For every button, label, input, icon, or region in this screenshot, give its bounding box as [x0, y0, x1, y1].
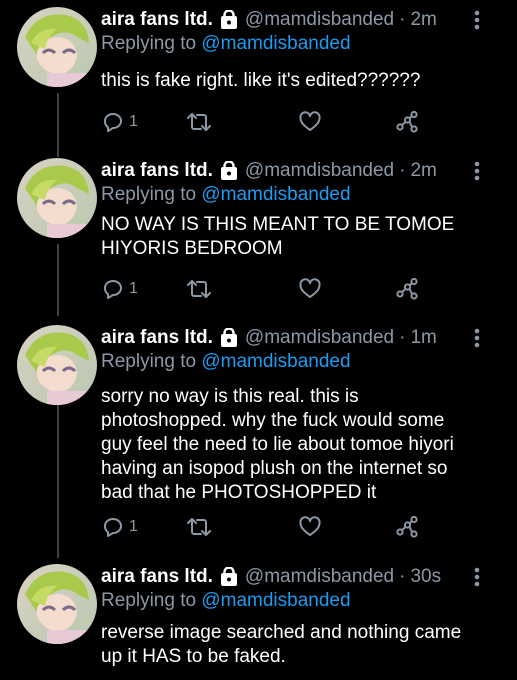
lock-icon	[220, 160, 238, 181]
lock-icon	[220, 9, 238, 30]
retweet-button[interactable]	[186, 109, 212, 135]
reply-icon	[101, 515, 125, 539]
reply-count: 1	[129, 113, 138, 130]
replying-to: Replying to @mamdisbanded	[101, 184, 351, 206]
reply-button[interactable]: 1	[101, 514, 138, 540]
tweet-text: this is fake right. like it's edited????…	[101, 70, 421, 91]
display-name[interactable]: aira fans ltd.	[101, 9, 213, 31]
reply-count: 1	[129, 280, 138, 297]
tweet-text: NO WAY IS THIS MEANT TO BE TOMOE HIYORIS…	[101, 214, 455, 259]
mention-link[interactable]: @mamdisbanded	[201, 33, 350, 54]
reply-button[interactable]: 1	[101, 109, 138, 135]
heart-icon	[298, 110, 322, 134]
reply-count: 1	[129, 518, 138, 535]
tweet-header: aira fans ltd. @mamdisbanded · 2m	[101, 7, 437, 33]
separator: ·	[399, 566, 406, 587]
share-button[interactable]	[395, 109, 419, 135]
lock-icon	[220, 566, 238, 587]
retweet-icon	[186, 110, 212, 134]
replying-to: Replying to @mamdisbanded	[101, 590, 351, 612]
avatar[interactable]	[17, 7, 97, 87]
avatar[interactable]	[17, 158, 97, 238]
timestamp[interactable]: 1m	[410, 327, 436, 349]
share-button[interactable]	[395, 276, 419, 302]
like-button[interactable]	[298, 276, 322, 302]
more-vertical-icon[interactable]	[470, 160, 484, 182]
retweet-icon	[186, 515, 212, 539]
replying-to: Replying to @mamdisbanded	[101, 33, 351, 55]
replying-prefix: Replying to	[101, 590, 197, 611]
tweet-text: reverse image searched and nothing came …	[101, 622, 462, 667]
tweet-header: aira fans ltd. @mamdisbanded · 1m	[101, 325, 437, 351]
separator: ·	[399, 160, 406, 181]
display-name[interactable]: aira fans ltd.	[101, 160, 213, 182]
timestamp[interactable]: 2m	[410, 9, 436, 31]
more-vertical-icon[interactable]	[470, 9, 484, 31]
handle[interactable]: @mamdisbanded	[245, 9, 394, 31]
replying-prefix: Replying to	[101, 184, 197, 205]
replying-prefix: Replying to	[101, 351, 197, 372]
tweet-header: aira fans ltd. @mamdisbanded · 2m	[101, 158, 437, 184]
reply-button[interactable]: 1	[101, 276, 138, 302]
avatar[interactable]	[17, 564, 97, 644]
retweet-button[interactable]	[186, 514, 212, 540]
retweet-icon	[186, 277, 212, 301]
more-vertical-icon[interactable]	[470, 566, 484, 588]
share-button[interactable]	[395, 514, 419, 540]
thread-line	[57, 244, 59, 316]
timestamp[interactable]: 30s	[410, 566, 441, 588]
tweet-header: aira fans ltd. @mamdisbanded · 30s	[101, 564, 441, 590]
like-button[interactable]	[298, 514, 322, 540]
mention-link[interactable]: @mamdisbanded	[201, 184, 350, 205]
handle[interactable]: @mamdisbanded	[245, 160, 394, 182]
handle[interactable]: @mamdisbanded	[245, 327, 394, 349]
avatar[interactable]	[17, 325, 97, 405]
lock-icon	[220, 327, 238, 348]
separator: ·	[399, 9, 406, 30]
replying-prefix: Replying to	[101, 33, 197, 54]
heart-icon	[298, 277, 322, 301]
handle[interactable]: @mamdisbanded	[245, 566, 394, 588]
timestamp[interactable]: 2m	[410, 160, 436, 182]
share-icon	[395, 110, 419, 134]
thread-line	[57, 93, 59, 157]
reply-icon	[101, 277, 125, 301]
heart-icon	[298, 515, 322, 539]
like-button[interactable]	[298, 109, 322, 135]
share-icon	[395, 515, 419, 539]
reply-icon	[101, 110, 125, 134]
thread-line	[57, 403, 59, 558]
tweet-text: sorry no way is this real. this is photo…	[101, 386, 454, 503]
share-icon	[395, 277, 419, 301]
mention-link[interactable]: @mamdisbanded	[201, 590, 350, 611]
mention-link[interactable]: @mamdisbanded	[201, 351, 350, 372]
display-name[interactable]: aira fans ltd.	[101, 566, 213, 588]
display-name[interactable]: aira fans ltd.	[101, 327, 213, 349]
replying-to: Replying to @mamdisbanded	[101, 351, 351, 373]
retweet-button[interactable]	[186, 276, 212, 302]
more-vertical-icon[interactable]	[470, 327, 484, 349]
separator: ·	[399, 327, 406, 348]
